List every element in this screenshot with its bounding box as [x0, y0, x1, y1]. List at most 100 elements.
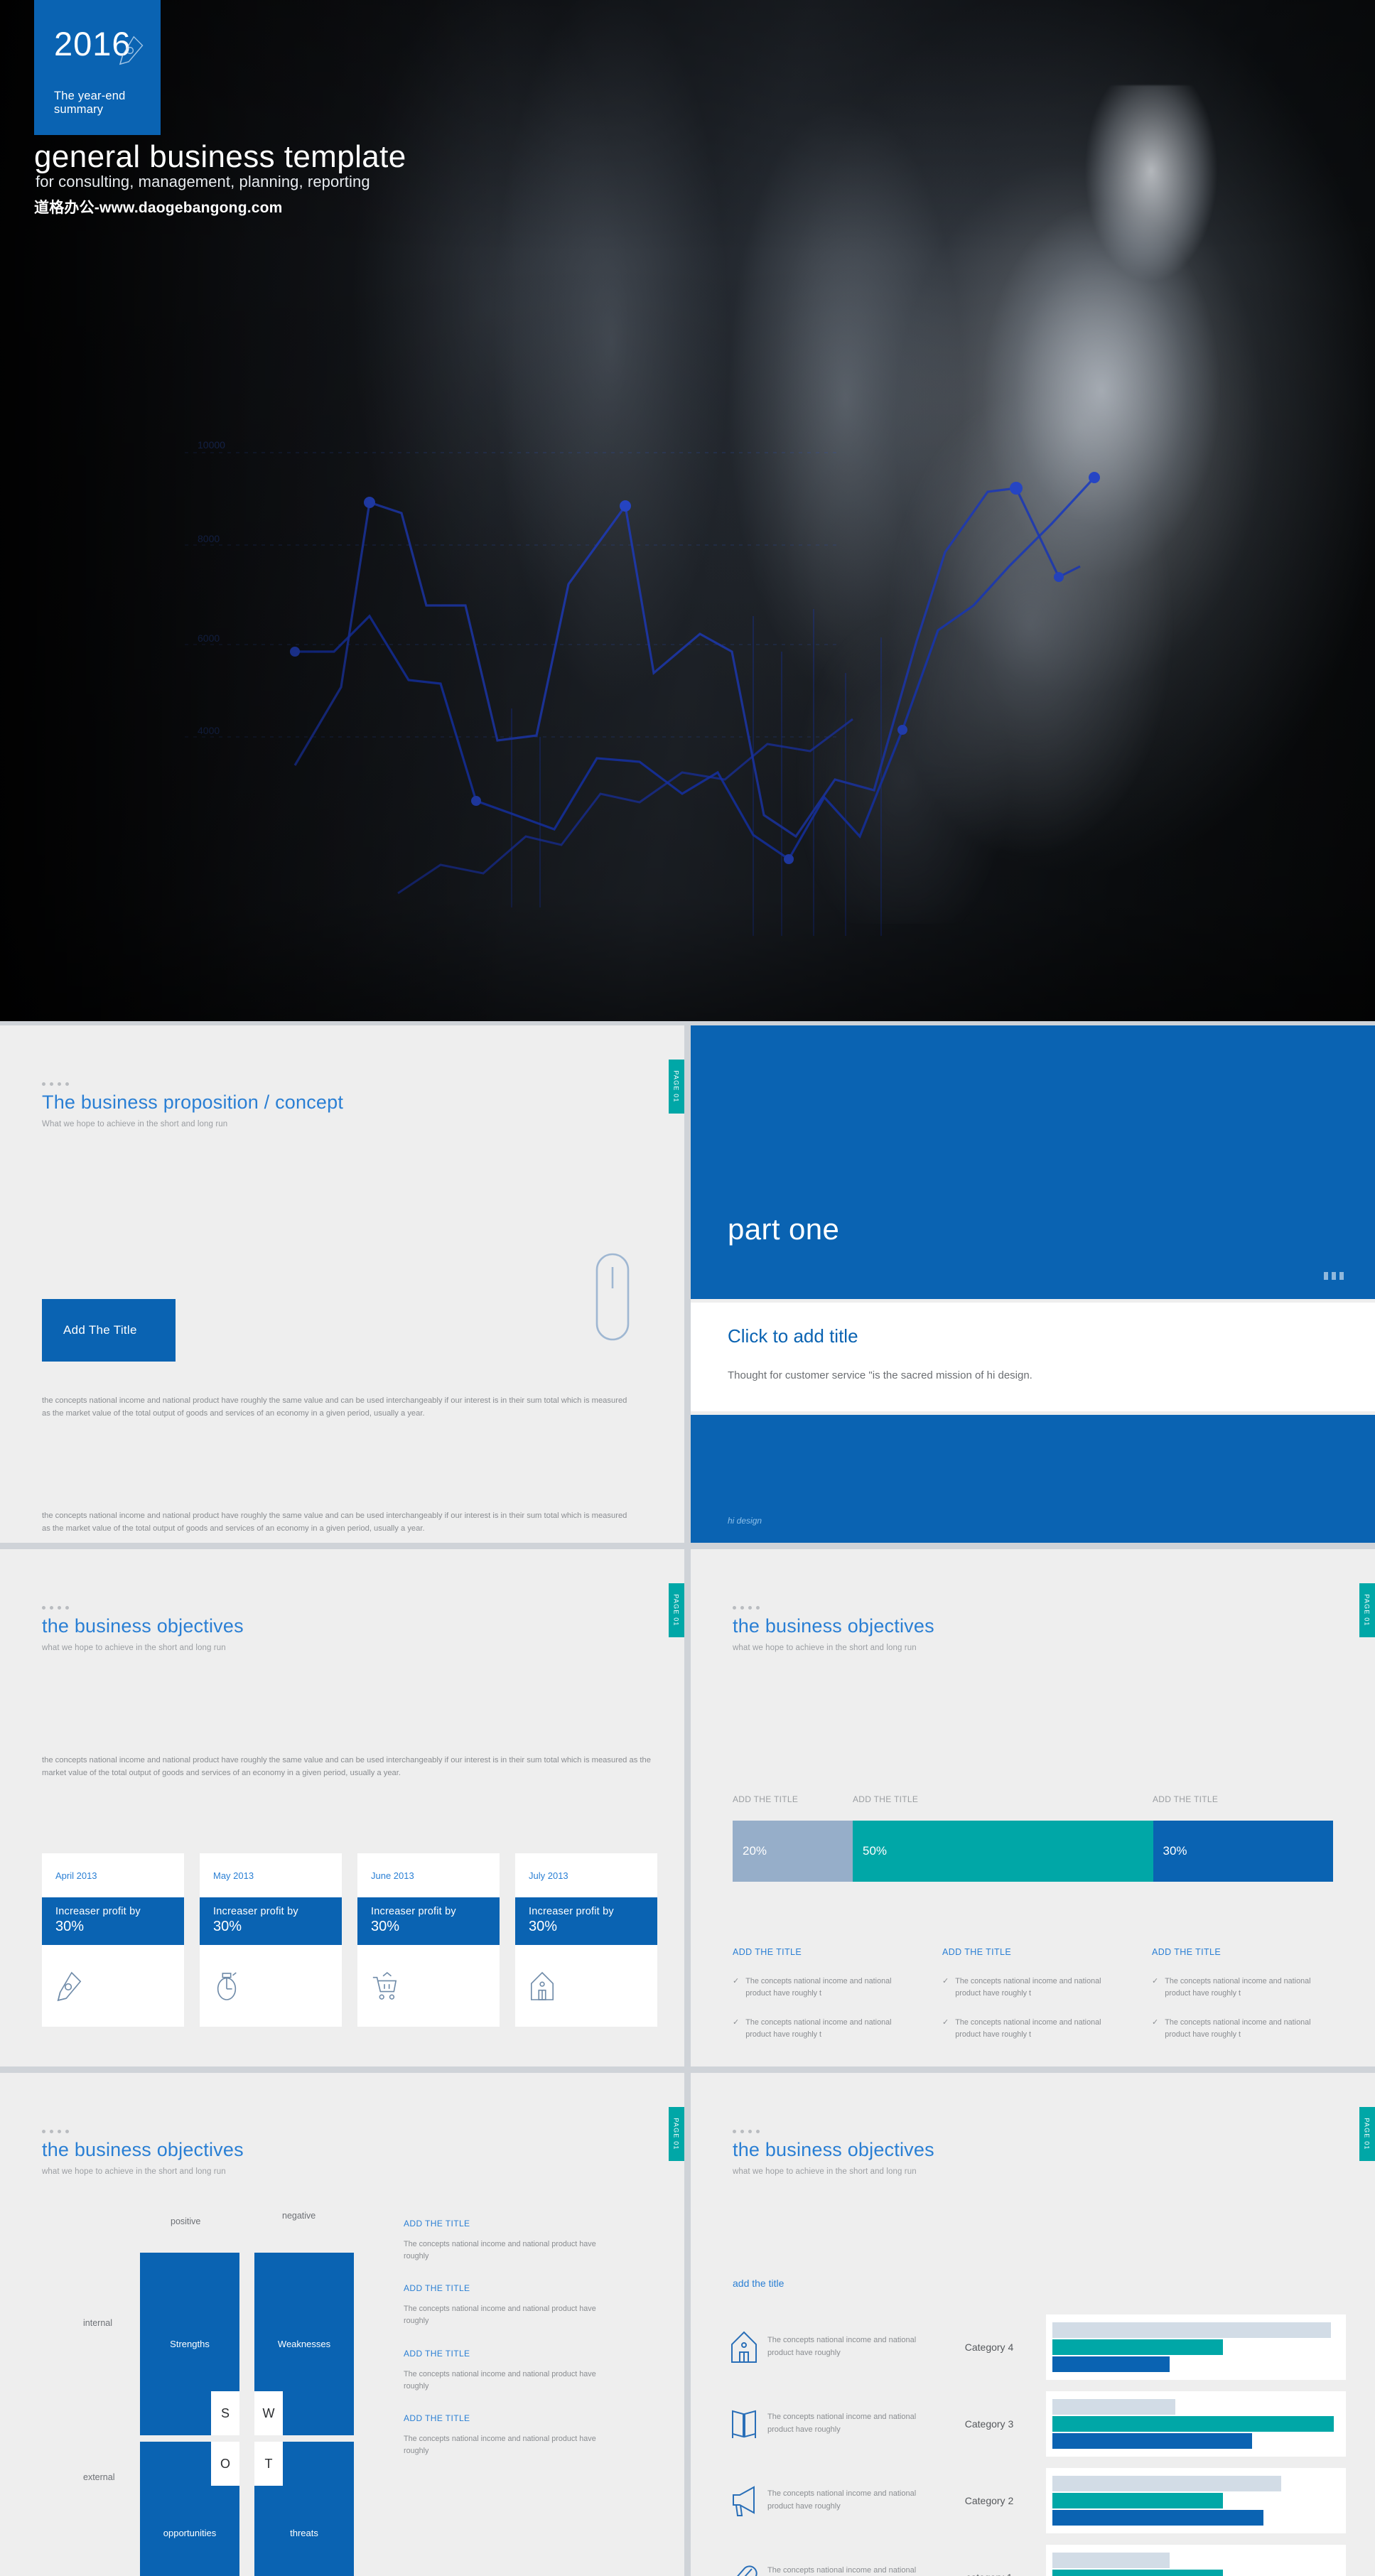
stopwatch-icon — [217, 1971, 237, 2000]
month-card-date: June 2013 — [371, 1870, 414, 1881]
bullet-text: The concepts national income and nationa… — [1165, 2018, 1311, 2039]
check-icon: ✓ — [942, 1977, 949, 1985]
computer-mouse-icon — [595, 1253, 630, 1341]
swot-detail-body: The concepts national income and nationa… — [404, 2369, 596, 2391]
chart-bar-series-3 — [1052, 2356, 1170, 2372]
cover-slide: 100008000 60004000 2016 — [0, 0, 1375, 1021]
swot-detail-item: ADD THE TITLE The concepts national inco… — [404, 2219, 617, 2262]
detail-column-heading: ADD THE TITLE — [733, 1947, 802, 1957]
month-card-list: April 2013 Increaser profit by 30% May 2… — [42, 1853, 657, 2027]
chart-row-icon-area — [721, 2484, 767, 2518]
stacked-bar-label: ADD THE TITLE — [853, 1794, 919, 1804]
slide-subtitle: What we hope to achieve in the short and… — [42, 1120, 228, 1129]
stacked-bar-segment: 50% — [853, 1821, 1153, 1882]
cover-url: 道格办公-www.daogebangong.com — [34, 200, 283, 216]
stacked-percentage-bar: 20% 50% 30% — [733, 1821, 1333, 1882]
month-card-metric: Increaser profit by 30% — [200, 1897, 342, 1945]
slide-title: the business objectives — [42, 1615, 244, 1637]
month-card-percent: 30% — [213, 1919, 242, 1934]
stacked-bar-label: ADD THE TITLE — [1153, 1794, 1219, 1804]
part-one-caption-panel: Click to add title Thought for customer … — [691, 1303, 1375, 1411]
swot-quadrant-label: Weaknesses — [277, 2339, 331, 2349]
bullet-item: ✓ The concepts national income and nation… — [942, 2017, 1122, 2040]
chart-bar-series-2 — [1052, 2493, 1223, 2508]
chart-row-plot — [1046, 2468, 1346, 2533]
month-card-icon-area — [357, 1945, 500, 2027]
page-tab-label: PAGE 01 — [673, 1070, 681, 1103]
swot-detail-body: The concepts national income and nationa… — [404, 2435, 596, 2456]
swot-letter-w: W — [254, 2391, 283, 2435]
swot-detail-heading: ADD THE TITLE — [404, 2348, 470, 2359]
slide-business-proposition[interactable]: PAGE 01 The business proposition / conce… — [0, 1025, 684, 1543]
decor-dots — [733, 1606, 934, 1610]
chart-row-list: The concepts national income and nationa… — [721, 2314, 1346, 2576]
slide-row-1: PAGE 01 The business proposition / conce… — [0, 1025, 1375, 1543]
page-tab: PAGE 01 — [1359, 2107, 1375, 2161]
swot-letter-s: S — [211, 2391, 239, 2435]
chart-row-text: The concepts national income and nationa… — [767, 2566, 917, 2575]
swot-detail-body: The concepts national income and nationa… — [404, 2240, 596, 2260]
hi-design-footer: hi design — [728, 1516, 762, 1526]
shopping-cart-icon — [372, 1971, 397, 2000]
month-card-percent: 30% — [55, 1919, 85, 1934]
bullet-text: The concepts national income and nationa… — [955, 1977, 1101, 1998]
click-to-add-title[interactable]: Click to add title — [728, 1325, 858, 1347]
chart-add-title[interactable]: add the title — [733, 2278, 784, 2289]
swot-quadrant-label: threats — [290, 2528, 318, 2538]
swot-detail-heading: ADD THE TITLE — [404, 2219, 470, 2229]
slide-objectives-chart[interactable]: PAGE 01 the business objectives what we … — [691, 2073, 1375, 2576]
paperclip-icon — [737, 2565, 757, 2576]
slide-subtitle: what we hope to achieve in the short and… — [42, 1644, 226, 1653]
stacked-bar-labels: ADD THE TITLE ADD THE TITLE ADD THE TITL… — [733, 1794, 1333, 1809]
chart-bar-series-1 — [1052, 2553, 1170, 2568]
detail-column-heading: ADD THE TITLE — [942, 1947, 1012, 1957]
month-card-date: April 2013 — [55, 1870, 97, 1881]
slide-objectives-cards[interactable]: PAGE 01 the business objectives what we … — [0, 1549, 684, 2066]
month-card-icon-area — [515, 1945, 657, 2027]
month-card-date: May 2013 — [213, 1870, 254, 1881]
chart-row-text: The concepts national income and nationa… — [767, 2413, 917, 2434]
chart-bar-series-1 — [1052, 2399, 1176, 2415]
chart-row-text: The concepts national income and nationa… — [767, 2336, 917, 2357]
slide-swot[interactable]: PAGE 01 the business objectives what we … — [0, 2073, 684, 2576]
house-icon — [530, 1971, 554, 2000]
bullet-item: ✓ The concepts national income and nation… — [733, 1976, 912, 1999]
swot-detail-heading: ADD THE TITLE — [404, 2413, 470, 2424]
month-card[interactable]: June 2013 Increaser profit by 30% — [357, 1853, 500, 2027]
slide-title: The business proposition / concept — [42, 1092, 344, 1113]
month-card-metric: Increaser profit by 30% — [357, 1897, 500, 1945]
chart-bar-series-2 — [1052, 2416, 1334, 2432]
cover-title: general business template — [34, 139, 406, 174]
cover-tagline: for consulting, management, planning, re… — [36, 173, 370, 190]
chart-bar-series-3 — [1052, 2510, 1264, 2526]
axis-label-internal: internal — [83, 2318, 112, 2328]
month-card[interactable]: May 2013 Increaser profit by 30% — [200, 1853, 342, 2027]
chart-bar-series-1 — [1052, 2322, 1332, 2338]
slide-part-one[interactable]: part one Click to add title Thought for … — [691, 1025, 1375, 1543]
month-card[interactable]: April 2013 Increaser profit by 30% — [42, 1853, 184, 2027]
house-icon — [731, 2331, 757, 2363]
chart-bar-series-1 — [1052, 2476, 1282, 2491]
swot-detail-body: The concepts national income and nationa… — [404, 2305, 596, 2326]
bullet-item: ✓ The concepts national income and nation… — [1152, 1976, 1332, 1999]
thought-text: Thought for customer service "is the sac… — [728, 1369, 1032, 1381]
slide-objectives-stacked-bar[interactable]: PAGE 01 the business objectives what we … — [691, 1549, 1375, 2066]
page-tab: PAGE 01 — [669, 1583, 684, 1637]
month-card[interactable]: July 2013 Increaser profit by 30% — [515, 1853, 657, 2027]
add-the-title-button-label: Add The Title — [63, 1323, 137, 1337]
month-card-label: Increaser profit by — [371, 1906, 456, 1917]
swot-detail-list: ADD THE TITLE The concepts national inco… — [404, 2219, 617, 2479]
chart-row-plot — [1046, 2545, 1346, 2576]
section-heading: the business objectives what we hope to … — [42, 1606, 244, 1652]
pen-nib-icon — [119, 36, 144, 65]
decor-dots — [42, 1082, 343, 1086]
chart-row: The concepts national income and nationa… — [721, 2391, 1346, 2457]
page-tab: PAGE 01 — [669, 1060, 684, 1114]
month-card-percent: 30% — [371, 1919, 400, 1934]
slide-row-2: PAGE 01 the business objectives what we … — [0, 1549, 1375, 2066]
chart-row-text: The concepts national income and nationa… — [767, 2489, 917, 2511]
chart-row-icon-area — [721, 2330, 767, 2364]
bullet-text: The concepts national income and nationa… — [745, 1977, 892, 1998]
add-the-title-button[interactable]: Add The Title — [42, 1299, 176, 1362]
cover-year-badge: 2016 The year-end summary — [34, 0, 161, 135]
